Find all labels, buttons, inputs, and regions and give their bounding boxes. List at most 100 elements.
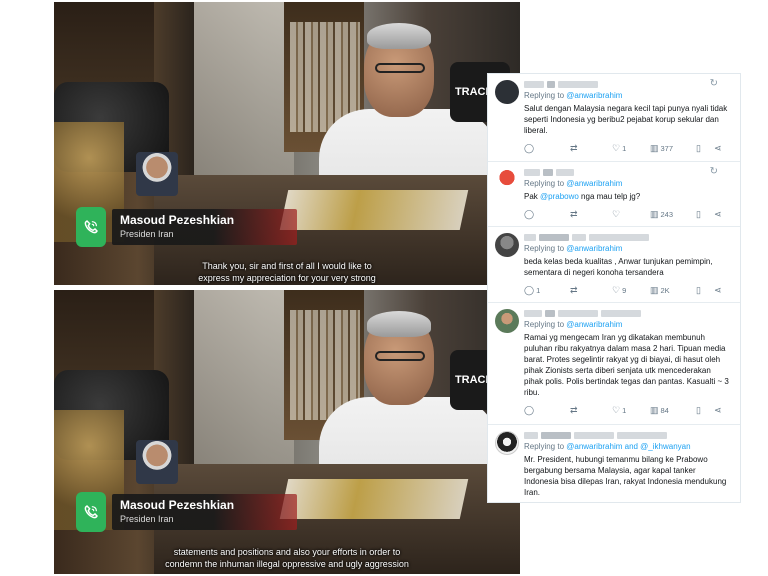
documents (279, 190, 469, 230)
tweet-text: Ramai yg mengecam Iran yg dikatakan memb… (524, 333, 729, 397)
mention-link[interactable]: @anwaribrahim (566, 91, 622, 100)
replying-to: Replying to @anwaribrahim (524, 244, 623, 253)
tweet-text: Pak @prabowo nga mau telp jg? (524, 192, 641, 201)
caller-title: Presiden Iran (120, 514, 174, 524)
caller-card: Masoud Pezeshkian Presiden Iran (76, 205, 301, 255)
reply-icon: ◯ (524, 404, 535, 415)
view-count: 243 (660, 209, 674, 219)
subtitle: statements and positions and also your e… (54, 546, 520, 570)
retweet-button[interactable]: ⇄ (570, 284, 612, 295)
share-icon: ⋖ (714, 284, 722, 295)
reply-icon: ◯ (524, 142, 535, 153)
reply-button[interactable]: ◯ (524, 404, 570, 415)
like-count: 1 (622, 143, 627, 153)
bookmark-icon: ▯ (696, 284, 701, 295)
subtitle-line: statements and positions and also your e… (173, 547, 401, 557)
avatar[interactable] (495, 309, 519, 333)
reply-tweet[interactable]: Replying to @anwaribrahim Ramai yg menge… (488, 303, 740, 425)
window-background (194, 290, 294, 480)
like-button[interactable]: ♡ 1 (612, 405, 650, 415)
like-count: 9 (622, 285, 627, 295)
reply-tweet[interactable]: ↻ Replying to @anwaribrahim Salut dengan… (488, 74, 740, 162)
view-count: 377 (660, 143, 674, 153)
replying-to: Replying to @anwaribrahim (524, 320, 623, 329)
view-count: 2K (660, 285, 670, 295)
tweet-actions: ◯ ⇄ ♡ 1 ▥ 377 ▯ ⋖ (524, 142, 732, 154)
composite-screenshot: TRACING Masoud Pezeshkian Presiden Iran … (0, 0, 768, 576)
username-redacted (524, 307, 732, 319)
reply-tweet[interactable]: Replying to @anwaribrahim and @_ikhwanya… (488, 425, 740, 502)
heart-icon: ♡ (612, 142, 621, 153)
reply-icon: ◯ (524, 208, 535, 219)
views-button[interactable]: ▥ 243 (650, 209, 696, 219)
views-icon: ▥ (650, 404, 659, 415)
like-count: 1 (622, 405, 627, 415)
share-icon: ⋖ (714, 404, 722, 415)
avatar[interactable] (495, 168, 519, 192)
grok-icon[interactable]: ↻ (710, 166, 718, 177)
caller-title: Presiden Iran (120, 229, 174, 239)
bookmark-button[interactable]: ▯ (696, 143, 714, 153)
share-button[interactable]: ⋖ (714, 404, 722, 415)
tweet-actions: ◯ ⇄ ♡ ▥ 243 ▯ ⋖ (524, 208, 732, 220)
grok-icon[interactable]: ↻ (710, 78, 718, 89)
video-frame-top: TRACING Masoud Pezeshkian Presiden Iran … (54, 2, 520, 285)
heart-icon: ♡ (612, 284, 621, 295)
like-button[interactable]: ♡ 1 (612, 142, 650, 153)
share-button[interactable]: ⋖ (714, 208, 722, 219)
video-frame-bottom: TRACING Masoud Pezeshkian Presiden Iran … (54, 290, 520, 574)
avatar[interactable] (495, 233, 519, 257)
mention-link[interactable]: @anwaribrahim (566, 320, 622, 329)
reply-button[interactable]: ◯ 1 (524, 284, 570, 295)
username-redacted (524, 231, 732, 243)
avatar[interactable] (495, 80, 519, 104)
replies-panel: ↻ Replying to @anwaribrahim Salut dengan… (487, 73, 741, 503)
retweet-icon: ⇄ (570, 404, 578, 415)
reply-tweet[interactable]: Replying to @anwaribrahim beda kelas bed… (488, 227, 740, 303)
caller-name: Masoud Pezeshkian (120, 498, 235, 512)
tweet-text: beda kelas beda kualitas , Anwar tunjuka… (524, 257, 713, 277)
share-button[interactable]: ⋖ (714, 284, 722, 295)
views-button[interactable]: ▥ 84 (650, 404, 696, 415)
mention-link[interactable]: @anwaribrahim (566, 244, 622, 253)
bookmark-button[interactable]: ▯ (696, 404, 714, 415)
like-button[interactable]: ♡ 9 (612, 284, 650, 295)
mention-link[interactable]: @anwaribrahim (566, 179, 622, 188)
reply-button[interactable]: ◯ (524, 142, 570, 153)
share-icon: ⋖ (714, 208, 722, 219)
retweet-icon: ⇄ (570, 142, 578, 153)
bookmark-icon: ▯ (696, 404, 701, 415)
replying-to: Replying to @anwaribrahim (524, 179, 623, 188)
retweet-button[interactable]: ⇄ (570, 404, 612, 415)
username-redacted (524, 78, 732, 90)
subtitle-line: express my appreciation for your very st… (198, 273, 376, 283)
caller-info: Masoud Pezeshkian Presiden Iran (112, 209, 297, 245)
documents (279, 479, 469, 519)
views-button[interactable]: ▥ 377 (650, 143, 696, 153)
subtitle-line: condemn the inhuman illegal oppressive a… (165, 559, 409, 569)
share-button[interactable]: ⋖ (714, 143, 722, 153)
phone-icon (84, 505, 98, 519)
reply-icon: ◯ (524, 284, 535, 295)
reply-tweet[interactable]: ↻ Replying to @anwaribrahim Pak @prabowo… (488, 162, 740, 227)
avatar[interactable] (495, 431, 519, 455)
username-redacted (524, 429, 732, 441)
bookmark-button[interactable]: ▯ (696, 284, 714, 295)
tweet-actions: ◯ 1 ⇄ ♡ 9 ▥ 2K ▯ ⋖ (524, 284, 732, 296)
view-count: 84 (660, 405, 669, 415)
like-button[interactable]: ♡ (612, 208, 650, 219)
heart-icon: ♡ (612, 208, 621, 219)
retweet-button[interactable]: ⇄ (570, 142, 612, 153)
retweet-icon: ⇄ (570, 284, 578, 295)
call-button[interactable] (76, 207, 106, 247)
caller-info: Masoud Pezeshkian Presiden Iran (112, 494, 297, 530)
retweet-button[interactable]: ⇄ (570, 209, 612, 219)
call-button[interactable] (76, 492, 106, 532)
bookmark-button[interactable]: ▯ (696, 209, 714, 219)
reply-button[interactable]: ◯ (524, 208, 570, 219)
views-button[interactable]: ▥ 2K (650, 285, 696, 295)
mention-link[interactable]: @anwaribrahim and @_ikhwanyan (566, 442, 690, 451)
mention-link[interactable]: @prabowo (540, 192, 579, 201)
caller-avatar (136, 152, 178, 196)
subtitle-line: Thank you, sir and first of all I would … (202, 261, 372, 271)
